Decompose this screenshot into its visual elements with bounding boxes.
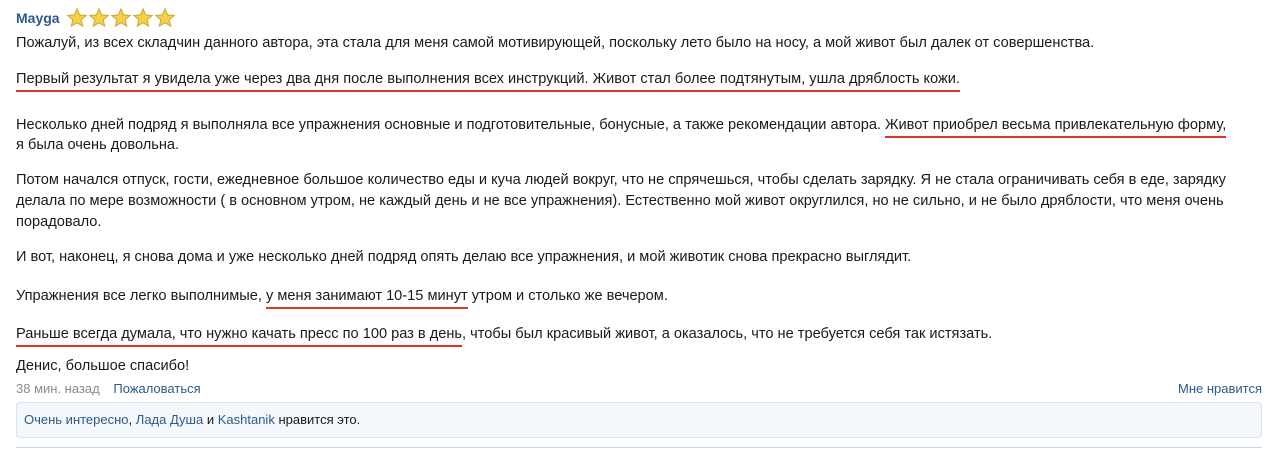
paragraph: Упражнения все легко выполнимые, у меня …	[16, 285, 668, 309]
post-time: 38 мин. назад	[16, 381, 100, 396]
author-name[interactable]: Mayga	[16, 10, 60, 26]
paragraph-text: утром и столько же вечером.	[467, 288, 668, 304]
paragraph-text: , чтобы был красивый живот, а оказалось,…	[462, 326, 993, 342]
paragraph: Раньше всегда думала, что нужно качать п…	[16, 323, 993, 347]
highlighted-text: у меня занимают 10-15 минут	[266, 288, 468, 309]
paragraph-text: Несколько дней подряд я выполняла все уп…	[16, 117, 886, 133]
likes-comma: ,	[128, 412, 133, 427]
likes-text: Очень интересно, Лада Душа и Kashtanik н…	[17, 403, 1261, 437]
star-icon	[88, 7, 109, 28]
post-header: Mayga	[16, 6, 1262, 30]
report-link[interactable]: Пожаловаться	[113, 381, 200, 396]
highlighted-text: Раньше всегда думала, что нужно качать п…	[16, 326, 463, 347]
star-icon	[110, 7, 131, 28]
paragraph-text: Упражнения все легко выполнимые,	[16, 288, 267, 304]
liker-link[interactable]: Kashtanik	[218, 412, 275, 427]
highlighted-text: Первый результат я увидела уже через два…	[16, 71, 960, 92]
divider	[16, 447, 1262, 448]
star-icon	[154, 7, 175, 28]
paragraph-line: я была очень довольна.	[16, 137, 180, 153]
liker-link[interactable]: Лада Душа	[136, 412, 203, 427]
paragraph-line: Потом начался отпуск, гости, ежедневное …	[16, 172, 1226, 188]
highlighted-text: Живот приобрел весьма привлекательную фо…	[885, 117, 1227, 138]
like-link[interactable]: Мне нравится	[1178, 380, 1262, 398]
paragraph: И вот, наконец, я снова дома и уже неско…	[16, 249, 912, 265]
paragraph: Первый результат я увидела уже через два…	[16, 68, 960, 92]
post: Mayga Пожалуй, из всех складчин данного …	[16, 6, 1262, 448]
paragraph: Пожалуй, из всех складчин данного автора…	[16, 35, 1095, 51]
paragraph-line: порадовало.	[16, 214, 102, 230]
star-icon	[132, 7, 153, 28]
rating-stars	[66, 7, 176, 29]
post-meta: 38 мин. назад Пожаловаться Мне нравится	[16, 380, 1262, 398]
paragraph: Денис, большое спасибо!	[16, 358, 190, 374]
likes-summary: Очень интересно, Лада Душа и Kashtanik н…	[16, 402, 1262, 438]
liker-link[interactable]: Очень интересно	[24, 412, 129, 427]
star-icon	[66, 7, 87, 28]
paragraph-line: делала по мере возможности ( в основном …	[16, 193, 1224, 209]
paragraph: Несколько дней подряд я выполняла все уп…	[16, 114, 1227, 138]
likes-and: и	[206, 412, 215, 427]
likes-suffix: нравится это.	[278, 412, 361, 427]
